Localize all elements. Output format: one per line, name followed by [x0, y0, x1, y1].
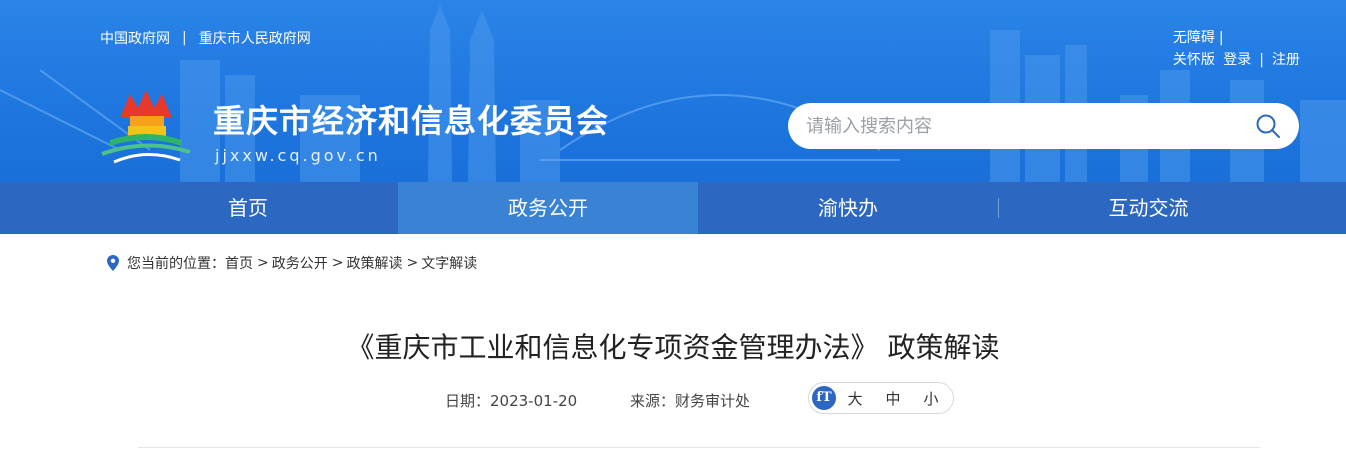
link-gov-cn[interactable]: 中国政府网: [100, 28, 170, 48]
divider: [138, 447, 1260, 448]
main-nav: 首页 政务公开 渝快办 互动交流: [0, 182, 1346, 234]
breadcrumb-arrow: >: [331, 255, 344, 271]
header-banner: 中国政府网 | 重庆市人民政府网 无障碍 | 关怀版 登录 | 注册 重庆市经济和信息…: [0, 0, 1346, 182]
article-source: 来源：财务审计处: [630, 392, 751, 410]
login-link[interactable]: 登录: [1223, 52, 1251, 68]
site-title[interactable]: 重庆市经济和信息化委员会: [213, 96, 609, 142]
breadcrumb-prefix: 您当前的位置：: [127, 256, 225, 272]
article-title: 《重庆市工业和信息化专项资金管理办法》 政策解读: [346, 331, 1000, 364]
accessibility-link[interactable]: 无障碍: [1173, 30, 1215, 46]
care-mode-link[interactable]: 关怀版: [1173, 52, 1215, 68]
top-links: 中国政府网 | 重庆市人民政府网: [100, 28, 311, 48]
separator: |: [182, 30, 187, 46]
nav-item-gov-affairs[interactable]: 政务公开: [398, 182, 698, 234]
nav-item-yukuaiban[interactable]: 渝快办: [698, 182, 998, 234]
font-size-large[interactable]: 大: [836, 388, 874, 409]
register-link[interactable]: 注册: [1272, 52, 1300, 68]
breadcrumb-policy-interpretation[interactable]: 政策解读: [346, 253, 402, 273]
font-size-icon: fT: [812, 386, 836, 410]
location-pin-icon: [107, 255, 119, 271]
article-meta: 日期：2023-01-20 来源：财务审计处: [0, 388, 1346, 412]
nav-item-home[interactable]: 首页: [98, 182, 398, 234]
font-size-small[interactable]: 小: [912, 388, 950, 409]
breadcrumb-arrow: >: [257, 255, 269, 271]
search-icon[interactable]: [1255, 113, 1281, 139]
link-cq-gov[interactable]: 重庆市人民政府网: [199, 28, 311, 48]
nav-item-interaction[interactable]: 互动交流: [999, 182, 1298, 234]
breadcrumb-home[interactable]: 首页: [225, 253, 253, 273]
breadcrumb-gov-affairs[interactable]: 政务公开: [272, 253, 328, 273]
font-size-medium[interactable]: 中: [874, 388, 912, 409]
site-logo[interactable]: [100, 88, 192, 164]
separator: |: [1259, 52, 1264, 68]
breadcrumb-arrow: >: [406, 255, 419, 271]
search-input[interactable]: [806, 103, 1236, 149]
separator: |: [1218, 30, 1224, 46]
user-links: 无障碍 | 关怀版 登录 | 注册: [1173, 27, 1300, 71]
breadcrumb: 您当前的位置： 首页 > 政务公开 > 政策解读 > 文字解读: [107, 253, 477, 273]
breadcrumb-text-interpretation[interactable]: 文字解读: [421, 253, 477, 273]
article-date: 日期：2023-01-20: [445, 392, 578, 410]
font-size-switcher: fT 大 中 小: [808, 382, 954, 414]
search-box: [788, 103, 1299, 149]
site-domain: jjxxw.cq.gov.cn: [215, 146, 381, 165]
